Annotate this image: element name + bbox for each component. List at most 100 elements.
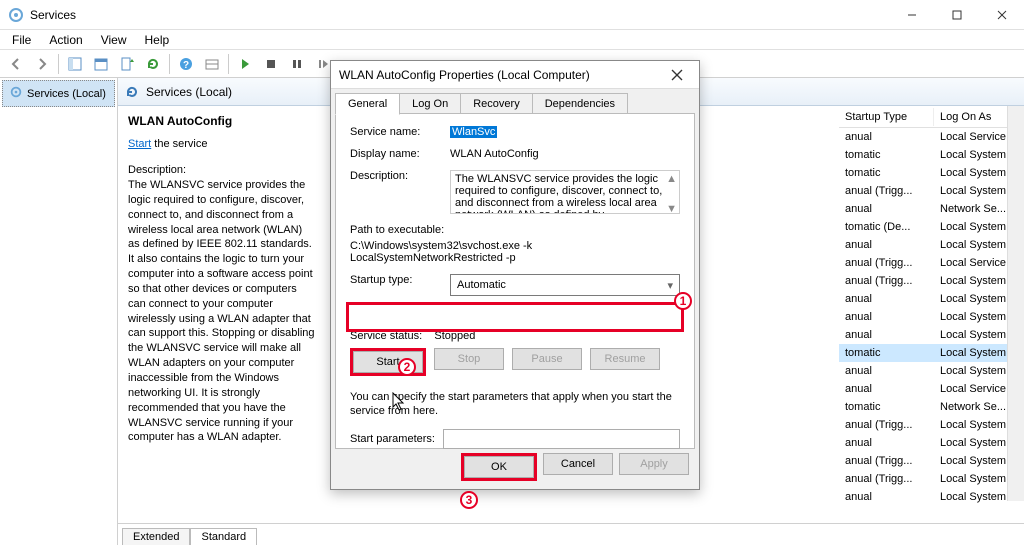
table-row[interactable]: anual (Trigg...Local System [839, 452, 1024, 470]
scroll-down-icon[interactable]: ▼ [666, 203, 677, 214]
table-row[interactable]: anualNetwork Se... [839, 200, 1024, 218]
table-row[interactable]: anualLocal System [839, 362, 1024, 380]
pause-button: Pause [512, 348, 582, 370]
table-row[interactable]: tomatic (De...Local System [839, 218, 1024, 236]
toolbar-icon-2[interactable] [200, 52, 224, 76]
tab-dependencies[interactable]: Dependencies [532, 93, 628, 115]
service-name-value[interactable]: WlanSvc [450, 126, 497, 138]
stop-button: Stop [434, 348, 504, 370]
list-header: Startup Type Log On As [839, 106, 1024, 128]
pause-service-button [285, 52, 309, 76]
start-service-link[interactable]: Start [128, 138, 151, 150]
description-panel: WLAN AutoConfig Start the service Descri… [118, 106, 326, 523]
description-field-label: Description: [350, 170, 450, 214]
start-params-label: Start parameters: [350, 433, 435, 445]
dialog-titlebar[interactable]: WLAN AutoConfig Properties (Local Comput… [331, 61, 699, 89]
table-row[interactable]: tomaticLocal System [839, 146, 1024, 164]
cell-startup: anual [839, 436, 934, 450]
services-icon [9, 85, 23, 102]
cell-startup: anual [839, 382, 934, 396]
scroll-up-icon[interactable]: ▲ [666, 173, 677, 185]
table-row[interactable]: anualLocal System [839, 236, 1024, 254]
menu-help[interactable]: Help [137, 31, 178, 49]
tab-logon[interactable]: Log On [399, 93, 461, 115]
cancel-button[interactable]: Cancel [543, 453, 613, 475]
tab-extended[interactable]: Extended [122, 528, 190, 545]
mouse-cursor-icon [392, 392, 406, 412]
table-row[interactable]: anualLocal System [839, 290, 1024, 308]
table-row[interactable]: anualLocal Service [839, 380, 1024, 398]
tree-node-services-local[interactable]: Services (Local) [2, 80, 115, 107]
back-button [4, 52, 28, 76]
export-button[interactable] [115, 52, 139, 76]
cell-startup: anual [839, 130, 934, 144]
properties-button[interactable] [89, 52, 113, 76]
cell-startup: anual [839, 310, 934, 324]
table-row[interactable]: tomaticNetwork Se... [839, 398, 1024, 416]
table-row[interactable]: anualLocal System [839, 488, 1024, 506]
table-row[interactable]: anual (Trigg...Local System [839, 470, 1024, 488]
start-params-input[interactable] [443, 429, 680, 449]
tree-node-label: Services (Local) [27, 88, 106, 100]
tab-recovery[interactable]: Recovery [460, 93, 532, 115]
selected-service-name: WLAN AutoConfig [128, 114, 316, 128]
maximize-button[interactable] [934, 0, 979, 30]
table-row[interactable]: anual (Trigg...Local Service [839, 254, 1024, 272]
cell-startup: tomatic [839, 400, 934, 414]
start-suffix: the service [151, 138, 207, 150]
display-name-value: WLAN AutoConfig [450, 148, 680, 160]
dialog-title: WLAN AutoConfig Properties (Local Comput… [339, 68, 663, 82]
annotation-callout-3: 3 [460, 491, 478, 509]
table-row[interactable]: tomaticLocal System [839, 164, 1024, 182]
services-header-label: Services (Local) [146, 85, 232, 99]
path-value: C:\Windows\system32\svchost.exe -k Local… [350, 240, 680, 264]
description-textbox[interactable]: The WLANSVC service provides the logic r… [450, 170, 680, 214]
table-row[interactable]: anualLocal System [839, 434, 1024, 452]
vertical-scrollbar[interactable] [1007, 106, 1024, 501]
minimize-button[interactable] [889, 0, 934, 30]
start-service-button[interactable] [233, 52, 257, 76]
annotation-callout-2: 2 [398, 358, 416, 376]
service-status-value: Stopped [434, 330, 475, 342]
table-row[interactable]: anual (Trigg...Local System [839, 182, 1024, 200]
close-button[interactable] [979, 0, 1024, 30]
table-row[interactable]: anual (Trigg...Local System [839, 272, 1024, 290]
table-row[interactable]: anual (Trigg...Local System [839, 416, 1024, 434]
dialog-close-button[interactable] [663, 62, 691, 88]
cell-startup: anual (Trigg... [839, 256, 934, 270]
display-name-label: Display name: [350, 148, 450, 160]
dialog-tabs: General Log On Recovery Dependencies [331, 89, 699, 115]
startup-type-select[interactable]: Automatic▾ [450, 274, 680, 296]
menu-view[interactable]: View [93, 31, 135, 49]
forward-button [30, 52, 54, 76]
tab-general[interactable]: General [335, 93, 400, 115]
cell-startup: tomatic (De... [839, 220, 934, 234]
menu-action[interactable]: Action [41, 31, 90, 49]
show-hide-tree-button[interactable] [63, 52, 87, 76]
cell-startup: tomatic [839, 148, 934, 162]
description-label: Description: [128, 164, 316, 176]
table-row[interactable]: anualLocal System [839, 308, 1024, 326]
table-row[interactable]: anualLocal Service [839, 128, 1024, 146]
table-row[interactable]: tomaticLocal System [839, 344, 1024, 362]
service-name-label: Service name: [350, 126, 450, 138]
bottom-tabbar: Extended Standard [118, 523, 1024, 545]
cell-startup: anual (Trigg... [839, 184, 934, 198]
refresh-button[interactable] [141, 52, 165, 76]
cell-startup: anual [839, 364, 934, 378]
tab-standard[interactable]: Standard [190, 528, 257, 545]
description-text: The WLANSVC service provides the logic r… [128, 178, 316, 445]
menu-file[interactable]: File [4, 31, 39, 49]
col-startup-type[interactable]: Startup Type [839, 108, 934, 126]
table-row[interactable]: anualLocal System [839, 326, 1024, 344]
cell-startup: tomatic [839, 166, 934, 180]
resume-button: Resume [590, 348, 660, 370]
tree-pane: Services (Local) [0, 78, 118, 545]
cell-startup: anual (Trigg... [839, 454, 934, 468]
ok-button[interactable]: OK [464, 456, 534, 478]
refresh-icon[interactable] [124, 84, 140, 100]
cell-startup: anual [839, 238, 934, 252]
help-button[interactable]: ? [174, 52, 198, 76]
dialog-body: Service name:WlanSvc Display name:WLAN A… [335, 113, 695, 449]
cell-startup: anual [839, 292, 934, 306]
